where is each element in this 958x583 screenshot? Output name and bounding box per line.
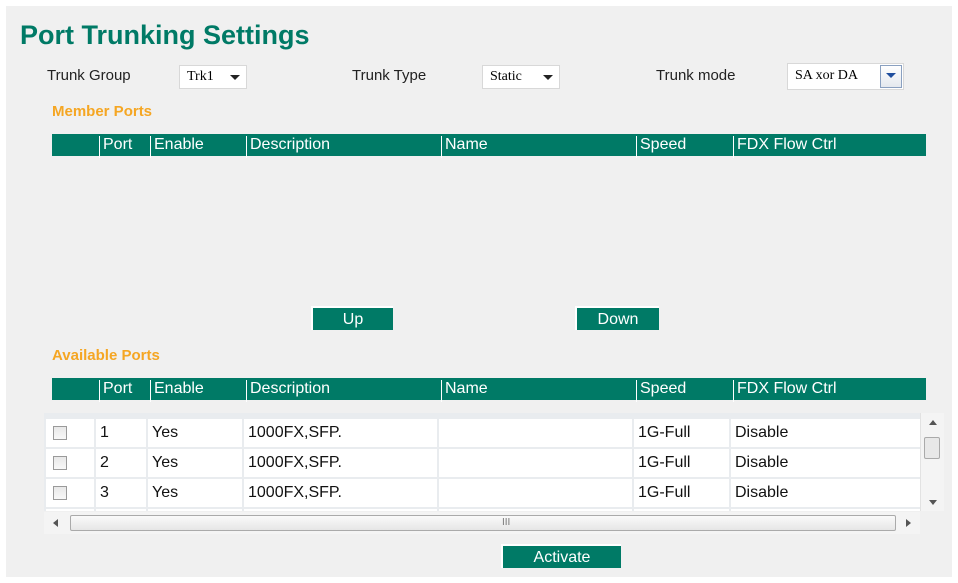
scroll-up-icon[interactable] [929,420,937,425]
speed-cell: 1G-Full [634,419,729,447]
table-row-partial [46,509,920,511]
col-description: Description [246,136,441,158]
fdx-cell: Disable [731,479,920,507]
col-fdx-flow-ctrl: FDX Flow Ctrl [733,380,926,402]
speed-cell [634,509,729,511]
col-port: Port [99,136,150,158]
fdx-cell: Disable [731,419,920,447]
page-title: Port Trunking Settings [20,20,310,50]
member-ports-heading: Member Ports [52,103,153,120]
row-checkbox[interactable] [53,486,67,500]
scroll-left-icon[interactable] [53,519,58,527]
description-cell [244,509,437,511]
vertical-scroll-thumb[interactable] [924,437,940,459]
row-select-cell [46,509,94,511]
table-row[interactable]: 3 Yes 1000FX,SFP. 1G-Full Disable [46,479,920,507]
trunk-group-label: Trunk Group [47,67,131,84]
table-row[interactable]: 2 Yes 1000FX,SFP. 1G-Full Disable [46,449,920,477]
enable-cell [148,509,242,511]
col-speed: Speed [636,380,733,402]
member-ports-header: Port Enable Description Name Speed FDX F… [52,134,926,158]
col-name: Name [441,380,636,402]
fdx-cell: Disable [731,449,920,477]
trunk-mode-value: SA xor DA [795,68,859,83]
scroll-right-icon[interactable] [906,519,911,527]
fdx-cell [731,509,920,511]
vertical-scrollbar[interactable] [920,413,944,511]
port-cell: 1 [96,419,146,447]
scroll-down-icon[interactable] [929,500,937,505]
name-cell [439,479,632,507]
speed-cell: 1G-Full [634,479,729,507]
col-port: Port [99,380,150,402]
chevron-down-icon [230,75,240,80]
available-ports-table: 1 Yes 1000FX,SFP. 1G-Full Disable 2 Yes … [44,413,920,511]
activate-button[interactable]: Activate [501,544,621,568]
up-button[interactable]: Up [311,306,393,330]
description-cell: 1000FX,SFP. [244,419,437,447]
description-cell: 1000FX,SFP. [244,479,437,507]
row-checkbox[interactable] [53,456,67,470]
col-fdx-flow-ctrl: FDX Flow Ctrl [733,136,926,158]
available-ports-header: Port Enable Description Name Speed FDX F… [52,378,926,402]
trunk-type-select[interactable]: Static [482,65,560,89]
description-cell: 1000FX,SFP. [244,449,437,477]
table-row[interactable]: 1 Yes 1000FX,SFP. 1G-Full Disable [46,419,920,447]
trunk-group-value: Trk1 [187,69,214,84]
grip-icon: III [502,517,511,528]
trunk-mode-select[interactable]: SA xor DA [787,63,904,90]
trunk-type-label: Trunk Type [352,67,427,84]
speed-cell: 1G-Full [634,449,729,477]
down-button[interactable]: Down [575,306,659,330]
row-select-cell [46,419,94,447]
enable-cell: Yes [148,479,242,507]
col-enable: Enable [150,136,246,158]
trunk-type-value: Static [490,69,522,84]
col-speed: Speed [636,136,733,158]
horizontal-scrollbar[interactable]: III [44,512,920,534]
port-cell [96,509,146,511]
trunk-group-select[interactable]: Trk1 [179,65,247,89]
name-cell [439,449,632,477]
port-cell: 3 [96,479,146,507]
enable-cell: Yes [148,449,242,477]
chevron-down-icon [543,75,553,80]
col-description: Description [246,380,441,402]
row-select-cell [46,449,94,477]
port-cell: 2 [96,449,146,477]
col-name: Name [441,136,636,158]
enable-cell: Yes [148,419,242,447]
horizontal-scroll-thumb[interactable]: III [70,515,896,531]
name-cell [439,419,632,447]
row-select-cell [46,479,94,507]
trunk-mode-label: Trunk mode [656,67,736,84]
dropdown-button[interactable] [880,65,902,88]
available-ports-heading: Available Ports [52,347,160,364]
name-cell [439,509,632,511]
chevron-down-icon [886,73,896,78]
row-checkbox[interactable] [53,426,67,440]
col-enable: Enable [150,380,246,402]
